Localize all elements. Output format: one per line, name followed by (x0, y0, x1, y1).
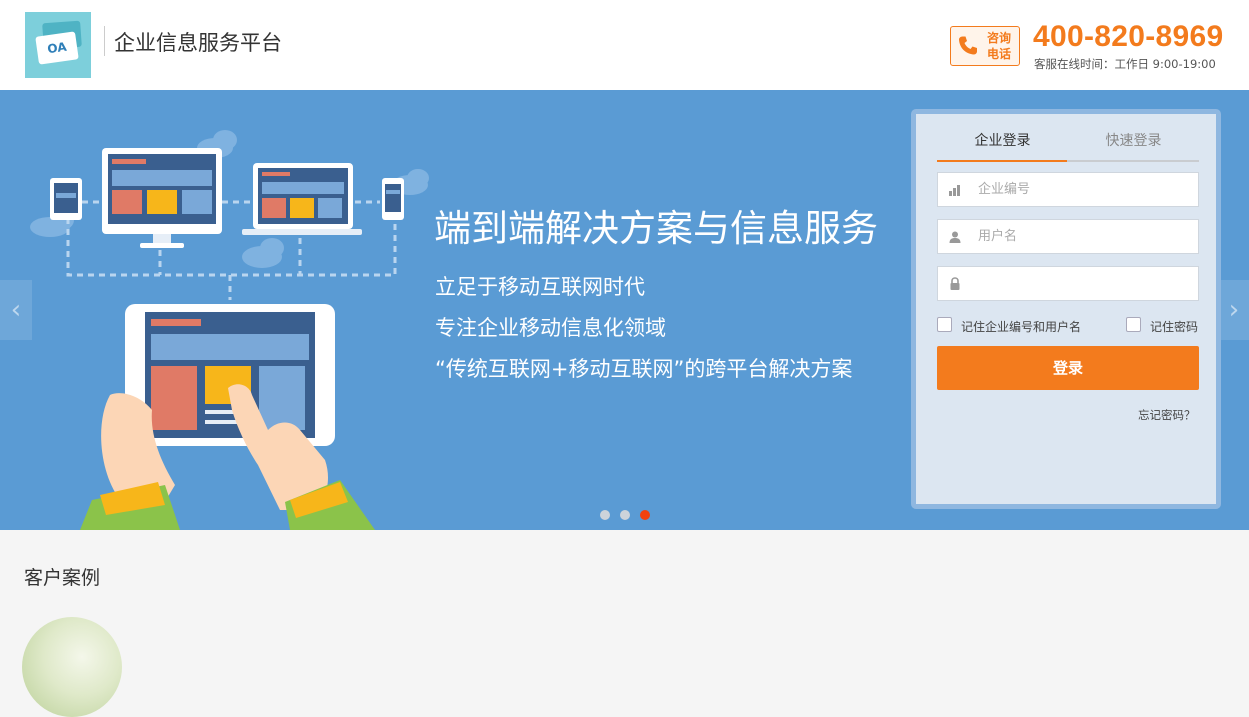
service-hours: 客服在线时间：工作日 9:00-19:00 (1034, 57, 1216, 71)
password-input[interactable] (978, 267, 1193, 300)
password-field (937, 266, 1199, 301)
carousel-dot-3[interactable] (640, 510, 650, 520)
cloud-decorations (30, 130, 429, 268)
site-header: OA 企业信息服务平台 咨询 电话 400-820-8969 客服在线时间：工作… (0, 0, 1249, 90)
case-thumbnail[interactable] (22, 617, 122, 717)
company-id-input[interactable] (978, 173, 1193, 206)
remember-company-user-checkbox[interactable] (937, 317, 952, 332)
header-divider (104, 26, 105, 56)
banner-line-2: 专注企业移动信息化领域 (435, 316, 666, 340)
username-field (937, 219, 1199, 254)
lock-icon (950, 277, 960, 290)
login-button[interactable]: 登录 (937, 346, 1199, 390)
remember-company-user-row: 记住企业编号和用户名 (937, 317, 1097, 335)
site-title: 企业信息服务平台 (114, 31, 282, 55)
login-panel: 企业登录 快速登录 记住企业编号和用户名 (911, 109, 1221, 509)
carousel-dot-1[interactable] (600, 510, 610, 520)
hotline-label: 咨询 电话 (987, 30, 1017, 62)
hotline-label-line1: 咨询 (987, 31, 1012, 45)
hotline-badge: 咨询 电话 (950, 26, 1020, 66)
username-input[interactable] (978, 220, 1193, 253)
remember-password-checkbox[interactable] (1126, 317, 1141, 332)
carousel-dot-2[interactable] (620, 510, 630, 520)
user-icon (949, 231, 961, 243)
remember-password-row: 记住密码 (1126, 317, 1206, 335)
active-tab-indicator (937, 160, 1067, 162)
hotline-label-line2: 电话 (987, 47, 1012, 61)
login-tabs: 企业登录 快速登录 (937, 114, 1199, 162)
company-id-field (937, 172, 1199, 207)
hotline-number: 400-820-8969 (1033, 20, 1224, 53)
building-icon (949, 185, 960, 196)
carousel-next-arrow-icon[interactable]: › (1218, 280, 1249, 340)
tab-quick-login[interactable]: 快速登录 (1068, 130, 1199, 150)
logo-text: OA (35, 31, 79, 65)
remember-company-user-label[interactable]: 记住企业编号和用户名 (961, 318, 1081, 335)
tab-enterprise-login[interactable]: 企业登录 (937, 130, 1068, 150)
customer-cases-heading: 客户案例 (24, 567, 101, 589)
banner-headline: 端到端解决方案与信息服务 (434, 207, 878, 250)
remember-password-label[interactable]: 记住密码 (1150, 318, 1198, 335)
hero-banner: 端到端解决方案与信息服务 立足于移动互联网时代 专注企业移动信息化领域 “传统互… (0, 90, 1249, 530)
banner-line-1: 立足于移动互联网时代 (435, 275, 645, 299)
phone-icon (959, 36, 977, 55)
logo[interactable]: OA (25, 12, 91, 78)
forgot-password-link[interactable]: 忘记密码？ (1138, 407, 1196, 423)
carousel-prev-arrow-icon[interactable]: ‹ (0, 280, 32, 340)
banner-line-3: “传统互联网+移动互联网”的跨平台解决方案 (435, 357, 853, 381)
devices-illustration (30, 130, 429, 530)
